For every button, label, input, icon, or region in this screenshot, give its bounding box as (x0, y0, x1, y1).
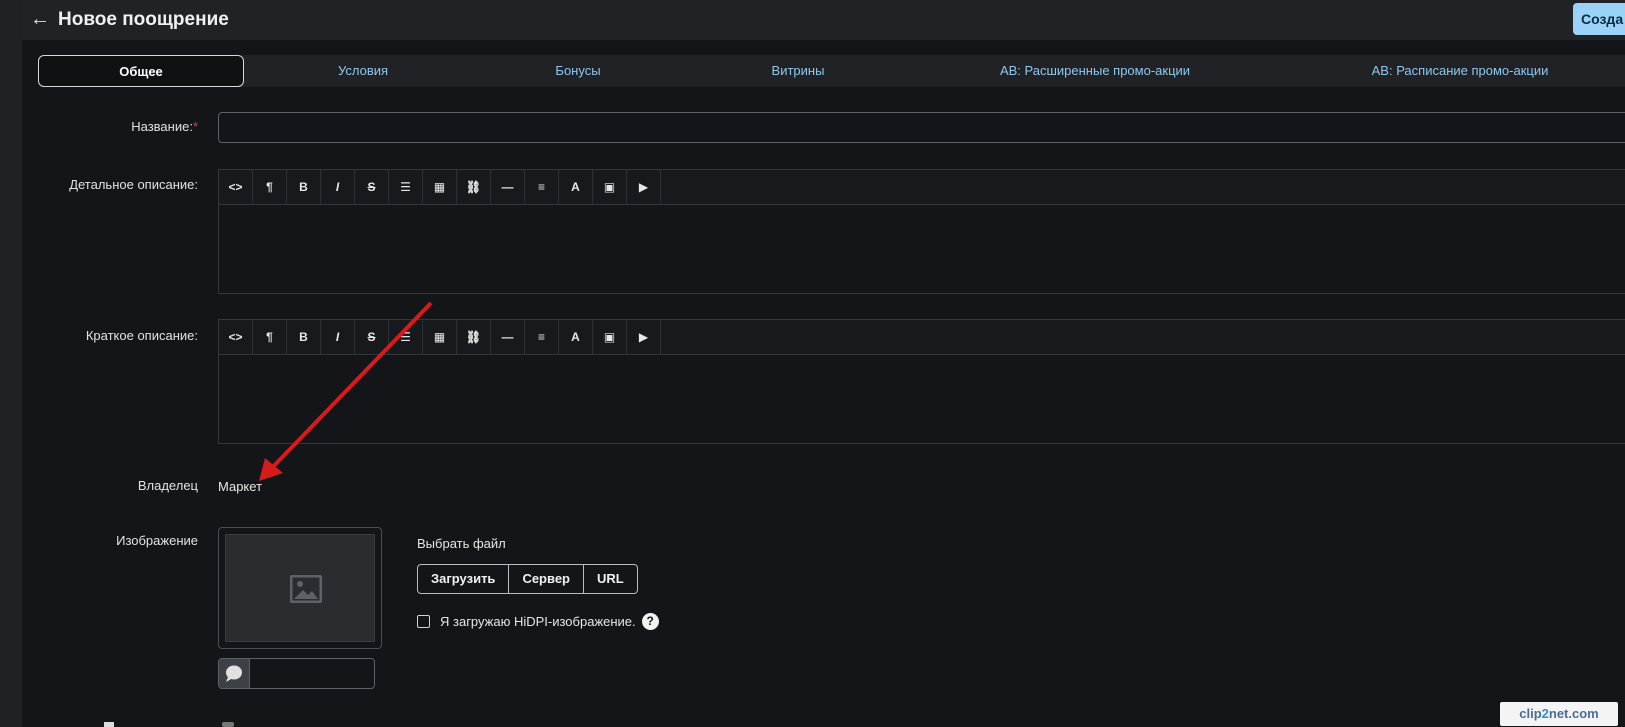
tab-general[interactable]: Общее (38, 55, 244, 87)
paragraph-icon[interactable]: ¶ (253, 320, 287, 354)
upload-button[interactable]: Загрузить (418, 565, 510, 593)
list-icon[interactable]: ☰ (389, 320, 423, 354)
tab-promo-schedule[interactable]: АВ: Расписание промо-акции (1300, 55, 1620, 87)
short-description-editor: <> ¶ B I S ☰ ▦ ⛓ — ≡ A ▣ ▶ (218, 319, 1625, 444)
upload-button-group: Загрузить Сервер URL (417, 564, 638, 594)
font-color-icon[interactable]: A (559, 320, 593, 354)
hidpi-option: Я загружаю HiDPI-изображение. ? (417, 613, 659, 630)
owner-label: Владелец (137, 478, 198, 493)
horizontal-rule-icon[interactable]: — (491, 170, 525, 204)
tab-conditions[interactable]: Условия (260, 55, 466, 87)
link-icon[interactable]: ⛓ (457, 320, 491, 354)
bold-icon[interactable]: B (287, 320, 321, 354)
image-placeholder-icon (290, 575, 322, 603)
code-icon[interactable]: <> (219, 320, 253, 354)
align-icon[interactable]: ≡ (525, 320, 559, 354)
tab-showcases[interactable]: Витрины (695, 55, 901, 87)
paragraph-icon[interactable]: ¶ (253, 170, 287, 204)
clip2net-watermark: clip2net.com (1500, 702, 1618, 726)
horizontal-rule-icon[interactable]: — (491, 320, 525, 354)
image-label: Изображение (116, 533, 198, 548)
video-icon[interactable]: ▶ (627, 320, 661, 354)
detail-description-editor: <> ¶ B I S ☰ ▦ ⛓ — ≡ A ▣ ▶ (218, 169, 1625, 294)
page-header (22, 0, 1625, 40)
strikethrough-icon[interactable]: S (355, 320, 389, 354)
page-title: Новое поощрение (58, 9, 229, 30)
align-icon[interactable]: ≡ (525, 170, 559, 204)
hidpi-label: Я загружаю HiDPI-изображение. (440, 614, 636, 629)
help-icon[interactable]: ? (641, 613, 659, 630)
image-placeholder (225, 534, 375, 642)
name-input[interactable] (218, 112, 1625, 143)
video-icon[interactable]: ▶ (627, 170, 661, 204)
name-label: Название:* (131, 119, 198, 134)
short-description-label: Краткое описание: (85, 328, 198, 343)
link-icon[interactable]: ⛓ (457, 170, 491, 204)
left-sidebar-strip (0, 0, 23, 727)
font-color-icon[interactable]: A (559, 170, 593, 204)
editor-toolbar: <> ¶ B I S ☰ ▦ ⛓ — ≡ A ▣ ▶ (219, 170, 1625, 205)
table-icon[interactable]: ▦ (423, 320, 457, 354)
image-icon[interactable]: ▣ (593, 170, 627, 204)
italic-icon[interactable]: I (321, 170, 355, 204)
image-preview[interactable] (218, 527, 382, 649)
tab-bonuses[interactable]: Бонусы (475, 55, 681, 87)
code-icon[interactable]: <> (219, 170, 253, 204)
next-field-checkbox-fragment (222, 722, 234, 727)
table-icon[interactable]: ▦ (423, 170, 457, 204)
server-button[interactable]: Сервер (509, 565, 584, 593)
detail-description-area[interactable] (219, 205, 1625, 293)
back-arrow-icon[interactable]: ← (30, 9, 50, 29)
next-field-label-fragment (104, 722, 114, 727)
list-icon[interactable]: ☰ (389, 170, 423, 204)
short-description-area[interactable] (219, 355, 1625, 443)
url-button[interactable]: URL (584, 565, 637, 593)
choose-file-label: Выбрать файл (417, 536, 506, 551)
image-caption-input[interactable] (218, 658, 375, 689)
tab-extended-promos[interactable]: АВ: Расширенные промо-акции (930, 55, 1260, 87)
owner-value: Маркет (218, 479, 263, 494)
bold-icon[interactable]: B (287, 170, 321, 204)
create-button[interactable]: Созда (1573, 3, 1625, 35)
strikethrough-icon[interactable]: S (355, 170, 389, 204)
speech-bubble-icon (219, 659, 250, 688)
italic-icon[interactable]: I (321, 320, 355, 354)
editor-toolbar: <> ¶ B I S ☰ ▦ ⛓ — ≡ A ▣ ▶ (219, 320, 1625, 355)
image-icon[interactable]: ▣ (593, 320, 627, 354)
hidpi-checkbox[interactable] (417, 615, 430, 628)
detail-description-label: Детальное описание: (69, 177, 198, 192)
